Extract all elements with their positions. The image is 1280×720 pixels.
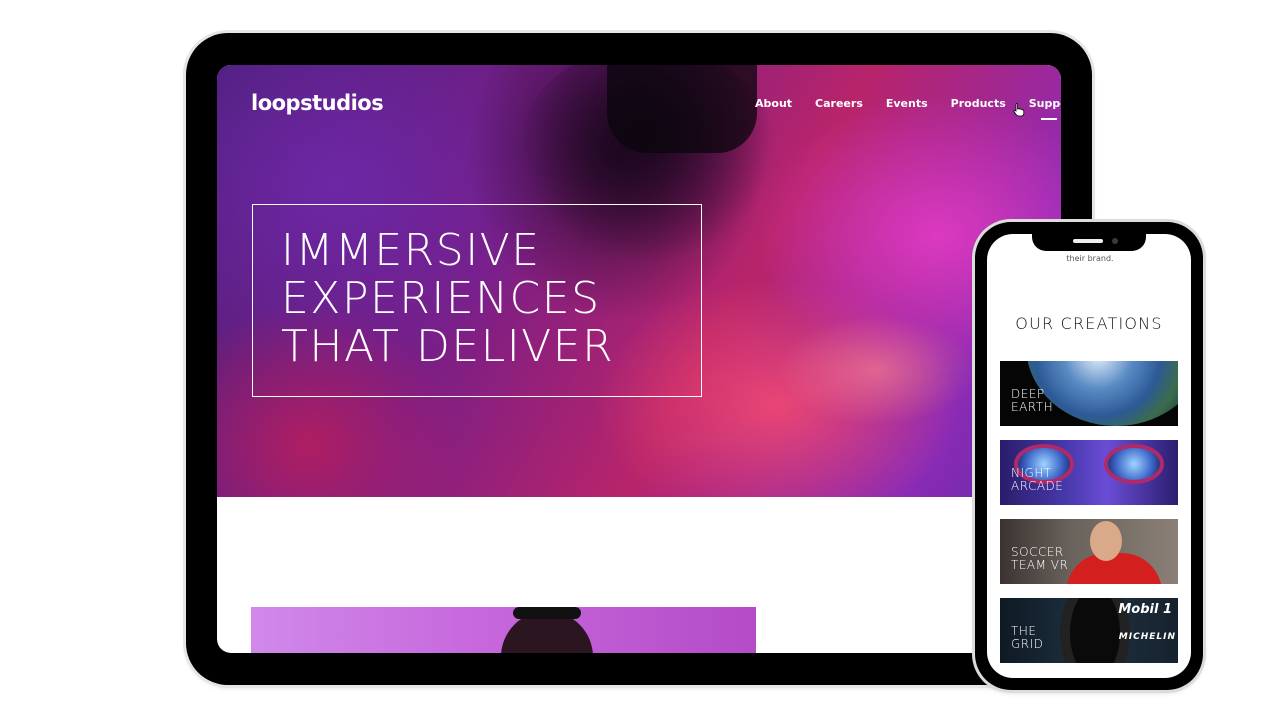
tablet-device: loopstudios About Careers Events Product… xyxy=(186,33,1092,685)
camera-icon xyxy=(1112,238,1118,244)
card-label-line: ARCADE xyxy=(1011,479,1064,493)
site-logo[interactable]: loopstudios xyxy=(251,91,384,115)
arcade-ring-image xyxy=(1104,444,1164,484)
section-title: OUR CREATIONS xyxy=(1015,314,1163,333)
creation-card-the-grid[interactable]: Mobil 1 MICHELIN THE GRID xyxy=(1000,598,1178,663)
card-label-line: TEAM VR xyxy=(1011,558,1069,572)
creation-card-night-arcade[interactable]: NIGHT ARCADE xyxy=(1000,440,1178,505)
hero-headline: IMMERSIVE EXPERIENCES THAT DELIVER xyxy=(281,227,614,371)
card-label: THE GRID xyxy=(1011,625,1043,651)
vr-headset xyxy=(607,65,757,153)
vr-promo-image xyxy=(251,607,756,653)
nav-support[interactable]: Support xyxy=(1029,97,1061,120)
creation-card-deep-earth[interactable]: DEEP EARTH xyxy=(1000,361,1178,426)
nav-products[interactable]: Products xyxy=(951,97,1006,110)
headline-line: EXPERIENCES xyxy=(281,273,601,324)
sponsor-text: MICHELIN xyxy=(1118,632,1176,642)
headline-line: THAT DELIVER xyxy=(281,321,615,372)
nav-events[interactable]: Events xyxy=(886,97,928,110)
card-label: SOCCER TEAM VR xyxy=(1011,546,1068,572)
card-label: DEEP EARTH xyxy=(1011,388,1053,414)
phone-notch xyxy=(1032,234,1146,251)
headline-line: IMMERSIVE xyxy=(281,225,541,276)
headline-box: IMMERSIVE EXPERIENCES THAT DELIVER xyxy=(252,204,702,397)
phone-screen: thro nd to their brand. OUR CREATIONS DE… xyxy=(987,234,1191,678)
card-label-line: EARTH xyxy=(1011,400,1054,414)
hero-hands xyxy=(777,315,977,425)
speaker-icon xyxy=(1073,239,1103,243)
cursor-hand-icon xyxy=(1013,103,1025,117)
creation-card-soccer-team-vr[interactable]: SOCCER TEAM VR xyxy=(1000,519,1178,584)
tablet-screen: loopstudios About Careers Events Product… xyxy=(217,65,1061,653)
card-label: NIGHT ARCADE xyxy=(1011,467,1063,493)
nav-about[interactable]: About xyxy=(755,97,792,110)
sponsor-text: Mobil 1 xyxy=(1118,602,1172,617)
soccer-player-head xyxy=(1090,521,1122,561)
hero-image: loopstudios About Careers Events Product… xyxy=(217,65,1061,497)
phone-device: thro nd to their brand. OUR CREATIONS DE… xyxy=(975,222,1203,690)
intro-line: their brand. xyxy=(1066,254,1114,263)
nav-careers[interactable]: Careers xyxy=(815,97,863,110)
promo-headset-strap xyxy=(513,607,581,619)
card-label-line: GRID xyxy=(1011,637,1044,651)
